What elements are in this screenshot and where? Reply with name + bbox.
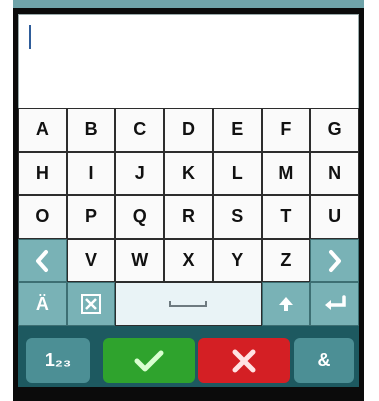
key-h[interactable]: H	[18, 151, 67, 196]
keyboard-grid: A B C D E F G H I J K L M N O P Q R S T …	[18, 108, 359, 326]
space-icon	[169, 301, 208, 308]
key-z[interactable]: Z	[261, 238, 311, 283]
shift-key[interactable]	[261, 282, 311, 326]
key-x[interactable]: X	[164, 238, 213, 283]
chevron-left-icon	[33, 249, 51, 273]
key-v[interactable]: V	[66, 238, 116, 283]
delete-icon	[80, 293, 102, 315]
umlaut-label: Ä	[35, 293, 49, 314]
key-g[interactable]: G	[310, 108, 359, 152]
key-k[interactable]: K	[164, 151, 213, 196]
umlaut-key[interactable]: Ä	[18, 282, 67, 326]
text-caret	[29, 25, 31, 49]
key-j[interactable]: J	[115, 151, 165, 196]
shift-up-icon	[277, 295, 295, 313]
enter-icon	[323, 295, 347, 313]
key-f[interactable]: F	[261, 108, 311, 152]
numbers-button[interactable]: 1₂₃	[26, 338, 90, 383]
delete-key[interactable]	[66, 282, 116, 326]
key-i[interactable]: I	[66, 151, 116, 196]
symbols-button[interactable]: &	[294, 338, 354, 383]
key-n[interactable]: N	[310, 151, 359, 196]
key-c[interactable]: C	[115, 108, 165, 152]
key-u[interactable]: U	[310, 195, 359, 239]
x-icon	[231, 348, 257, 374]
key-q[interactable]: Q	[115, 195, 165, 239]
key-t[interactable]: T	[261, 195, 311, 239]
top-strip	[13, 0, 364, 8]
key-m[interactable]: M	[261, 151, 311, 196]
enter-key[interactable]	[310, 282, 359, 326]
chevron-right-icon	[326, 249, 344, 273]
symbols-label: &	[317, 350, 331, 370]
key-p[interactable]: P	[66, 195, 116, 239]
key-r[interactable]: R	[164, 195, 213, 239]
bottom-frame	[13, 387, 364, 401]
key-s[interactable]: S	[212, 195, 262, 239]
ok-button[interactable]	[103, 338, 195, 383]
check-icon	[134, 349, 164, 373]
numbers-label: 1₂₃	[44, 350, 72, 370]
key-e[interactable]: E	[212, 108, 262, 152]
key-l[interactable]: L	[212, 151, 262, 196]
space-key[interactable]	[115, 282, 262, 326]
cursor-right-key[interactable]	[310, 238, 359, 283]
key-a[interactable]: A	[18, 108, 67, 152]
key-y[interactable]: Y	[212, 238, 262, 283]
keyboard: A B C D E F G H I J K L M N O P Q R S T …	[18, 108, 359, 387]
key-w[interactable]: W	[115, 238, 165, 283]
cancel-button[interactable]	[198, 338, 290, 383]
bottom-toolbar: 1₂₃ &	[18, 334, 359, 387]
cursor-left-key[interactable]	[18, 238, 67, 283]
key-o[interactable]: O	[18, 195, 67, 239]
key-b[interactable]: B	[66, 108, 116, 152]
key-d[interactable]: D	[164, 108, 213, 152]
text-input[interactable]	[18, 14, 359, 109]
